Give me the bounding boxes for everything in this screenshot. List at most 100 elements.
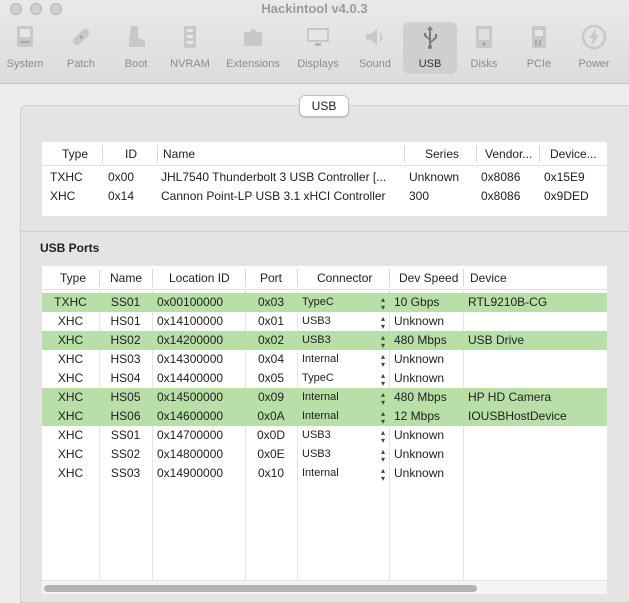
port-number-text: 0x0D — [256, 428, 285, 442]
window-title: Hackintool v4.0.3 — [261, 1, 368, 16]
column-header-device[interactable]: Device — [465, 266, 605, 290]
port-device-text: RTL9210B-CG — [468, 295, 548, 309]
controller-id: 0x14 — [108, 189, 135, 203]
port-type-text: XHC — [57, 352, 84, 366]
port-connector-select[interactable]: TypeC ▴ ▾ — [297, 369, 389, 388]
column-header-type[interactable]: Type — [55, 266, 99, 290]
port-row[interactable]: XHC HS02 0x14200000 0x02 USB3 ▴ ▾ 480 Mbps USB D… — [42, 331, 607, 350]
port-connector-select-text: TypeC — [302, 296, 334, 308]
column-header-device[interactable]: Device... — [545, 142, 605, 166]
port-row[interactable]: XHC SS01 0x14700000 0x0D USB3 ▴ ▾ Unknown — [42, 426, 607, 445]
port-location-id: 0x14300000 — [152, 350, 245, 369]
extensions-icon — [239, 23, 267, 51]
port-speed: Unknown — [389, 464, 463, 483]
port-number: 0x04 — [245, 350, 297, 369]
toolbar-item-displays[interactable]: Displays — [293, 22, 343, 74]
port-number: 0x05 — [245, 369, 297, 388]
system-icon — [11, 23, 39, 51]
port-connector-select-text: Internal — [302, 353, 339, 365]
controller-row[interactable]: XHC 0x14 Cannon Point-LP USB 3.1 xHCI Co… — [42, 187, 607, 206]
toolbar-item-power[interactable]: Power — [571, 22, 617, 74]
port-number-text: 0x02 — [257, 333, 285, 347]
port-type: XHC — [42, 369, 99, 388]
port-name: HS01 — [99, 312, 152, 331]
port-row[interactable]: XHC HS06 0x14600000 0x0A Internal ▴ ▾ 12 Mbps IO… — [42, 407, 607, 426]
port-type-text: XHC — [57, 314, 84, 328]
controller-row[interactable]: TXHC 0x00 JHL7540 Thunderbolt 3 USB Cont… — [42, 168, 607, 187]
port-connector-select[interactable]: USB3 ▴ ▾ — [297, 445, 389, 464]
port-connector-select[interactable]: USB3 ▴ ▾ — [297, 312, 389, 331]
controllers-table: Type ID Name Series Vendor... Device... … — [42, 142, 607, 216]
toolbar-item-disks[interactable]: Disks — [461, 22, 507, 74]
toolbar-item-system[interactable]: System — [2, 22, 48, 74]
port-connector-select[interactable]: USB3 ▴ ▾ — [297, 331, 389, 350]
chevron-updown-icon: ▴ ▾ — [380, 314, 385, 331]
chevron-updown-icon: ▴ ▾ — [380, 352, 385, 369]
toolbar-item-nvram[interactable]: NVRAM — [166, 22, 214, 74]
chevron-updown-icon: ▴ ▾ — [380, 428, 385, 445]
port-number-text: 0x03 — [257, 295, 285, 309]
column-header-connector[interactable]: Connector — [312, 266, 388, 290]
toolbar-item-extensions[interactable]: Extensions — [222, 22, 284, 74]
toolbar-item-usb[interactable]: USB — [403, 22, 457, 74]
port-row[interactable]: XHC HS04 0x14400000 0x05 TypeC ▴ ▾ Unknown — [42, 369, 607, 388]
port-connector-select-text: USB3 — [302, 315, 331, 327]
port-connector-select[interactable]: Internal ▴ ▾ — [297, 350, 389, 369]
port-name-text: HS04 — [110, 371, 141, 385]
usb-ports-table: Type Name Location ID Port Connector Dev… — [42, 266, 607, 594]
port-row[interactable]: XHC HS03 0x14300000 0x04 Internal ▴ ▾ Unknown — [42, 350, 607, 369]
scrollbar-thumb[interactable] — [44, 585, 477, 592]
column-header-id[interactable]: ID — [120, 142, 160, 166]
usb-ports-title: USB Ports — [40, 241, 100, 255]
disks-icon — [470, 23, 498, 51]
port-connector-select[interactable]: Internal ▴ ▾ — [297, 388, 389, 407]
horizontal-scrollbar[interactable] — [42, 580, 607, 594]
port-location-id-text: 0x00100000 — [157, 295, 224, 309]
toolbar-item-pcie[interactable]: PCIe — [516, 22, 562, 74]
port-location-id-text: 0x14700000 — [157, 428, 224, 442]
column-header-vendor[interactable]: Vendor... — [480, 142, 540, 166]
port-row[interactable]: XHC SS02 0x14800000 0x0E USB3 ▴ ▾ Unknown — [42, 445, 607, 464]
toolbar-item-sound[interactable]: Sound — [352, 22, 398, 74]
port-device: IOUSBHostDevice — [463, 407, 607, 426]
port-speed: 12 Mbps — [389, 407, 463, 426]
port-connector-select[interactable]: Internal ▴ ▾ — [297, 407, 389, 426]
port-row[interactable]: XHC HS01 0x14100000 0x01 USB3 ▴ ▾ Unknown — [42, 312, 607, 331]
port-connector-select[interactable]: USB3 ▴ ▾ — [297, 426, 389, 445]
port-type-text: TXHC — [54, 295, 87, 309]
port-name-text: HS02 — [110, 333, 141, 347]
port-name: SS01 — [99, 293, 152, 312]
port-connector-select-text: TypeC — [302, 372, 334, 384]
port-name-text: SS01 — [110, 428, 141, 442]
port-number: 0x0E — [245, 445, 297, 464]
column-header-name[interactable]: Name — [105, 266, 151, 290]
port-row[interactable]: TXHC SS01 0x00100000 0x03 TypeC ▴ ▾ 10 Gbps RTL9… — [42, 293, 607, 312]
port-type-text: XHC — [57, 333, 84, 347]
column-header-series[interactable]: Series — [420, 142, 482, 166]
port-location-id-text: 0x14500000 — [157, 390, 224, 404]
port-row[interactable]: XHC SS03 0x14900000 0x10 Internal ▴ ▾ Unknown — [42, 464, 607, 483]
port-row[interactable]: XHC HS05 0x14500000 0x09 Internal ▴ ▾ 480 Mbps H… — [42, 388, 607, 407]
usb-segment-button[interactable]: USB — [299, 95, 349, 117]
port-speed-text: Unknown — [394, 428, 445, 442]
column-header-name[interactable]: Name — [158, 142, 398, 166]
controller-type: TXHC — [50, 170, 83, 184]
column-header-location-id[interactable]: Location ID — [164, 266, 244, 290]
toolbar-item-boot[interactable]: Boot — [113, 22, 159, 74]
port-number: 0x01 — [245, 312, 297, 331]
controllers-table-header: Type ID Name Series Vendor... Device... — [42, 142, 607, 166]
port-device — [463, 350, 607, 369]
port-connector-select[interactable]: TypeC ▴ ▾ — [297, 293, 389, 312]
port-speed: 480 Mbps — [389, 388, 463, 407]
column-header-port[interactable]: Port — [255, 266, 295, 290]
toolbar-item-patch[interactable]: Patch — [58, 22, 104, 74]
column-header-type[interactable]: Type — [57, 142, 107, 166]
port-speed: Unknown — [389, 445, 463, 464]
column-header-dev-speed[interactable]: Dev Speed — [394, 266, 462, 290]
port-number-text: 0x10 — [257, 466, 285, 480]
port-speed-text: 480 Mbps — [394, 333, 447, 347]
controller-device: 0x9DED — [544, 189, 589, 203]
port-location-id-text: 0x14600000 — [157, 409, 224, 423]
port-speed-text: Unknown — [394, 352, 445, 366]
port-connector-select[interactable]: Internal ▴ ▾ — [297, 464, 389, 483]
